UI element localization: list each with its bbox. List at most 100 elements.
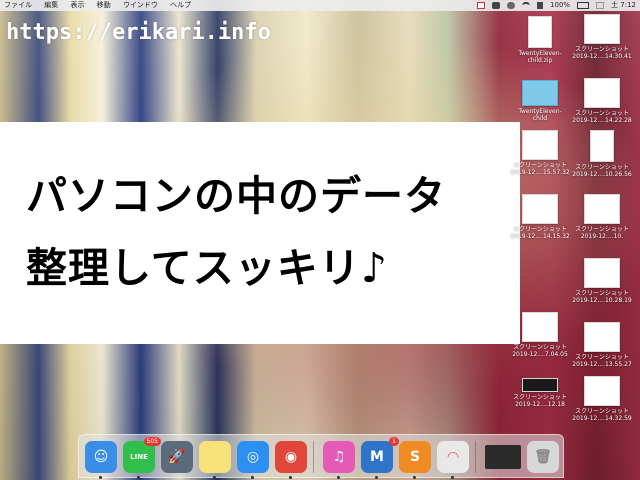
menu-edit[interactable]: 編集 bbox=[44, 1, 58, 9]
screen-thumb-icon[interactable] bbox=[485, 445, 521, 469]
file-label: スクリーンショット bbox=[575, 164, 629, 171]
file-label: 2019-12....10. bbox=[580, 233, 624, 240]
line-icon[interactable]: LINE 505 bbox=[123, 437, 161, 479]
menu-go[interactable]: 移動 bbox=[97, 1, 111, 9]
file-label: 2019-12....15.57.32 bbox=[510, 169, 570, 176]
desktop-screenshot[interactable]: スクリーンショット 2019-12....14.30.41 bbox=[572, 14, 632, 60]
clock[interactable]: 土 7:12 bbox=[611, 0, 636, 11]
screenshot-thumbnail-icon bbox=[584, 194, 620, 224]
desktop-screenshot[interactable]: スクリーンショット 2019-12....14.15.32 bbox=[510, 194, 570, 240]
desktop-screenshot[interactable]: スクリーンショット 2019-12....15.57.32 bbox=[510, 130, 570, 176]
file-label: child.zip bbox=[527, 57, 553, 64]
running-indicator bbox=[451, 476, 454, 479]
dropbox-icon[interactable] bbox=[492, 2, 501, 9]
sublime-icon[interactable]: S bbox=[399, 441, 431, 479]
screenshot-thumbnail-icon bbox=[522, 378, 558, 392]
file-label: TwentyEleven- bbox=[518, 50, 562, 57]
screenshot-thumbnail-icon bbox=[522, 194, 558, 224]
file-label: 2019-12....12.18 bbox=[515, 401, 565, 408]
file-label: スクリーンショット bbox=[513, 226, 567, 233]
itunes-glyph: ♫ bbox=[332, 449, 346, 465]
screenshot-thumbnail-icon bbox=[584, 14, 620, 44]
flag-icon[interactable] bbox=[596, 2, 605, 9]
menu-window[interactable]: ウインドウ bbox=[123, 1, 158, 9]
launchpad-glyph: 🚀 bbox=[168, 449, 186, 465]
chrome-icon[interactable]: ◉ bbox=[275, 441, 307, 479]
line-glyph: LINE bbox=[130, 453, 148, 461]
finder-icon[interactable]: ☺ bbox=[85, 441, 117, 479]
running-indicator bbox=[99, 476, 102, 479]
folder-icon bbox=[522, 80, 558, 106]
desktop-folder[interactable]: TwentyEleven- child bbox=[510, 80, 570, 122]
file-label: スクリーンショット bbox=[513, 394, 567, 401]
desktop-screenshot[interactable]: スクリーンショット 2019-12....10.28.19 bbox=[572, 258, 632, 304]
screenshot-thumbnail-icon bbox=[522, 312, 558, 342]
notification-badge: 505 bbox=[143, 437, 161, 446]
screenshot-thumbnail-icon bbox=[584, 376, 620, 406]
volume-icon[interactable] bbox=[537, 2, 544, 9]
file-label: スクリーンショット bbox=[575, 46, 629, 53]
gmail-icon[interactable] bbox=[477, 2, 486, 9]
mail-app-icon[interactable]: M 1 bbox=[361, 437, 399, 479]
desktop-screenshot[interactable]: スクリーンショット 2019-12....14.32.59 bbox=[572, 376, 632, 422]
cloud-icon[interactable] bbox=[507, 2, 516, 9]
safari-glyph: ◎ bbox=[246, 449, 260, 465]
menu-list: ファイル 編集 表示 移動 ウインドウ ヘルプ bbox=[4, 0, 201, 11]
file-label: 2019-12....14.15.32 bbox=[510, 233, 570, 240]
screenshot-thumbnail-icon bbox=[584, 258, 620, 288]
screenshot-thumbnail-icon bbox=[584, 78, 620, 108]
file-label: 2019-12....14.30.41 bbox=[572, 53, 632, 60]
file-label: スクリーンショット bbox=[575, 110, 629, 117]
running-indicator bbox=[337, 476, 340, 479]
file-label: 2019-12....14.22.28 bbox=[572, 117, 632, 124]
trash-glyph: 🗑 bbox=[534, 449, 552, 465]
safari-icon[interactable]: ◎ bbox=[237, 441, 269, 479]
menu-file[interactable]: ファイル bbox=[4, 1, 32, 9]
finder-glyph: ☺ bbox=[93, 449, 109, 465]
file-label: スクリーンショット bbox=[513, 162, 567, 169]
file-label: スクリーンショット bbox=[575, 408, 629, 415]
trash-icon[interactable]: 🗑 bbox=[527, 441, 559, 473]
file-label: child bbox=[532, 115, 548, 122]
activity-icon[interactable]: ◠ bbox=[437, 441, 469, 479]
menu-help[interactable]: ヘルプ bbox=[170, 1, 191, 9]
screenshot-thumbnail-icon bbox=[522, 130, 558, 160]
desktop-screenshot[interactable]: スクリーンショット 2019-12....12.18 bbox=[510, 378, 570, 408]
file-label: スクリーンショット bbox=[513, 344, 567, 351]
file-label: スクリーンショット bbox=[575, 226, 629, 233]
desktop-screenshot[interactable]: スクリーンショット 2019-12....7.04.05 bbox=[510, 312, 570, 358]
file-label: 2019-12....10.26.56 bbox=[572, 171, 632, 178]
running-indicator bbox=[289, 476, 292, 479]
menu-view[interactable]: 表示 bbox=[70, 1, 84, 9]
dock-separator bbox=[475, 441, 476, 473]
battery-percent[interactable]: 100% bbox=[550, 0, 570, 11]
chrome-glyph: ◉ bbox=[284, 449, 298, 465]
desktop-screenshot[interactable]: スクリーンショット 2019-12....13.55.27 bbox=[572, 322, 632, 368]
file-label: スクリーンショット bbox=[575, 290, 629, 297]
battery-icon[interactable] bbox=[577, 2, 590, 9]
dock-separator bbox=[313, 441, 314, 473]
file-label: 2019-12....14.32.59 bbox=[572, 415, 632, 422]
sublime-glyph: S bbox=[409, 449, 421, 465]
desktop-screenshot[interactable]: スクリーンショット 2019-12....10.26.56 bbox=[572, 130, 632, 178]
itunes-icon[interactable]: ♫ bbox=[323, 441, 355, 479]
menu-bar: ファイル 編集 表示 移動 ウインドウ ヘルプ 100% 土 7:12 bbox=[0, 0, 640, 11]
desktop-screenshot[interactable]: スクリーンショット 2019-12....14.22.28 bbox=[572, 78, 632, 124]
desktop-screenshot[interactable]: スクリーンショット 2019-12....10. bbox=[572, 194, 632, 240]
zip-file-icon bbox=[528, 16, 552, 48]
notes-icon[interactable] bbox=[199, 441, 231, 479]
running-indicator bbox=[413, 476, 416, 479]
banner-line-1: パソコンの中のデータ bbox=[26, 172, 446, 220]
file-label: スクリーンショット bbox=[575, 354, 629, 361]
file-label: TwentyEleven- bbox=[518, 108, 562, 115]
banner-line-2: 整理してスッキリ♪ bbox=[26, 244, 388, 292]
notification-badge: 1 bbox=[389, 437, 399, 446]
desktop-file-zip[interactable]: TwentyEleven- child.zip bbox=[510, 16, 570, 64]
wifi-icon[interactable] bbox=[522, 2, 531, 9]
screenshot-thumbnail-icon bbox=[590, 130, 614, 162]
running-indicator bbox=[251, 476, 254, 479]
running-indicator bbox=[375, 476, 378, 479]
running-indicator bbox=[213, 476, 216, 479]
launchpad-icon[interactable]: 🚀 bbox=[161, 441, 193, 473]
dock: ☺ LINE 505 🚀 ◎ ◉ ♫ M 1 S ◠ � bbox=[78, 434, 564, 479]
